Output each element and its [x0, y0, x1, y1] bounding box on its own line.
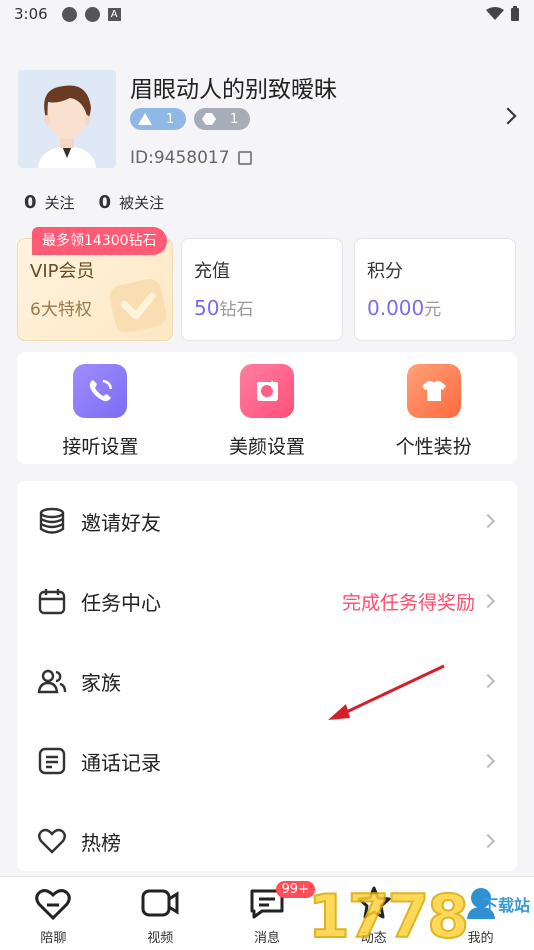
wealth-level-badge: 1 [130, 108, 186, 130]
heart-outline-icon [38, 828, 66, 854]
tab-label: 视频 [147, 931, 174, 946]
calendar-icon [38, 589, 66, 615]
recharge-balance: 50钻石 [194, 295, 330, 320]
beauty-icon [240, 364, 294, 418]
status-bar: 3:06 A [0, 0, 534, 28]
coins-icon [39, 507, 65, 534]
chevron-right-icon [480, 833, 496, 849]
points-title: 积分 [367, 261, 403, 282]
tab-video[interactable]: 视频 [107, 877, 214, 950]
menu-item-label: 热榜 [81, 830, 121, 855]
notification-icon [61, 6, 77, 22]
menu-item-label: 通话记录 [81, 750, 161, 775]
answer-settings-label: 接听设置 [62, 436, 139, 458]
chevron-right-icon [480, 593, 496, 609]
site-watermark: 1778 下载站 [307, 880, 534, 950]
vip-card[interactable]: 最多领14300钻石 VIP会员 6大特权 [17, 227, 173, 341]
follow-stats: 0 关注 0 被关注 [24, 192, 164, 213]
menu-item-label: 邀请好友 [81, 510, 161, 535]
battery-icon [511, 6, 519, 21]
chevron-right-icon [480, 673, 496, 689]
following-label: 关注 [44, 194, 75, 212]
vip-crest-icon [109, 279, 167, 333]
chevron-right-icon [480, 513, 496, 529]
points-card[interactable]: 积分 0.000元 [354, 238, 516, 341]
heart-chat-icon [35, 889, 72, 921]
answer-settings-button[interactable]: 接听设置 [17, 352, 184, 464]
tab-chat[interactable]: 陪聊 [0, 877, 107, 950]
status-time: 3:06 [14, 5, 48, 23]
users-icon [37, 669, 67, 694]
wealth-level-value: 1 [166, 111, 175, 127]
points-unit: 元 [424, 300, 442, 320]
menu-item-hot-list[interactable]: 热榜 [17, 801, 517, 871]
menu-item-label: 任务中心 [81, 590, 161, 615]
charm-level-value: 1 [230, 111, 239, 127]
vip-promo-tag: 最多领14300钻石 [32, 227, 167, 255]
dressup-label: 个性装扮 [395, 436, 472, 458]
followers-stat[interactable]: 0 被关注 [99, 192, 165, 213]
notification-icon [84, 6, 100, 22]
nickname: 眉眼动人的别致暧昧 [130, 77, 337, 103]
menu-item-label: 家族 [81, 670, 121, 695]
watermark-site-label: 下载站 [481, 896, 530, 915]
menu-item-invite[interactable]: 邀请好友 [17, 481, 517, 561]
points-value: 0.000 [367, 296, 425, 320]
task-reward-hint: 完成任务得奖励 [341, 591, 475, 614]
beauty-settings-button[interactable]: 美颜设置 [184, 352, 351, 464]
beauty-settings-label: 美颜设置 [229, 436, 306, 458]
document-icon [38, 747, 66, 775]
copy-icon[interactable] [237, 151, 252, 165]
watermark-number: 1778 [307, 881, 470, 950]
followers-count: 0 [98, 192, 112, 213]
following-stat[interactable]: 0 关注 [24, 192, 75, 213]
charm-level-badge: 1 [194, 108, 250, 130]
tab-label: 消息 [253, 931, 280, 946]
menu-item-tasks[interactable]: 任务中心 完成任务得奖励 [17, 561, 517, 641]
points-balance: 0.000元 [367, 295, 503, 320]
recharge-card[interactable]: 充值 50钻石 [181, 238, 343, 341]
diamond-count: 50 [194, 296, 220, 320]
phone-icon [73, 364, 128, 418]
triangle-icon [138, 113, 152, 125]
chevron-right-icon [480, 753, 496, 769]
red-arrow-annotation [328, 664, 445, 720]
chevron-right-icon[interactable] [499, 107, 517, 125]
user-id: ID:9458017 [130, 148, 252, 168]
profile-header[interactable]: 眉眼动人的别致暧昧 1 1 ID:9458017 [18, 70, 518, 170]
video-icon [141, 889, 179, 917]
tab-messages[interactable]: 消息 99+ [214, 877, 321, 950]
quick-settings: 接听设置 美颜设置 个性装扮 [17, 352, 517, 464]
tab-label: 陪聊 [40, 931, 67, 946]
wallet-cards: 最多领14300钻石 VIP会员 6大特权 充值 50钻石 积分 0.000元 [17, 227, 517, 341]
avatar[interactable] [18, 70, 116, 168]
wifi-icon [486, 7, 504, 20]
recharge-title: 充值 [194, 261, 230, 282]
menu-item-call-history[interactable]: 通话记录 [17, 721, 517, 801]
hexagon-icon [202, 113, 216, 125]
level-badges: 1 1 [130, 108, 250, 130]
dressup-button[interactable]: 个性装扮 [350, 352, 517, 464]
following-count: 0 [24, 192, 37, 213]
followers-label: 被关注 [119, 194, 165, 212]
diamond-unit: 钻石 [219, 300, 254, 320]
dressup-icon [406, 364, 461, 418]
notification-a-icon: A [107, 7, 121, 21]
user-id-text: ID:9458017 [130, 148, 230, 168]
